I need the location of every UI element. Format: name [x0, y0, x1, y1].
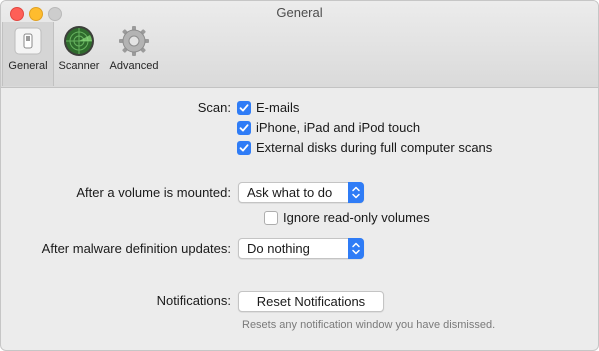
reset-notifications-button[interactable]: Reset Notifications [238, 291, 384, 312]
notifications-label: Notifications: [156, 293, 231, 308]
preferences-window: General General Scanner Advanced Scan: E… [0, 0, 599, 351]
malware-updates-value: Do nothing [247, 241, 310, 256]
titlebar: General General Scanner Advanced [1, 1, 598, 88]
tab-general-label: General [8, 60, 48, 72]
tab-scanner-label: Scanner [58, 60, 100, 72]
checkmark-icon [239, 124, 249, 132]
radar-icon [64, 26, 94, 56]
updown-chevron-icon [348, 238, 364, 259]
notifications-hint: Resets any notification window you have … [242, 319, 496, 331]
volume-mounted-label: After a volume is mounted: [76, 185, 231, 200]
tab-advanced[interactable]: Advanced [105, 22, 163, 86]
volume-mounted-select[interactable]: Ask what to do [238, 182, 364, 203]
checkmark-icon [239, 144, 249, 152]
checkmark-icon [239, 104, 249, 112]
volume-mounted-value: Ask what to do [247, 185, 333, 200]
malware-updates-label: After malware definition updates: [41, 241, 231, 256]
updown-chevron-icon [348, 182, 364, 203]
ios-devices-checkbox[interactable] [237, 121, 251, 135]
window-title: General [276, 5, 323, 20]
external-disks-checkbox[interactable] [237, 141, 251, 155]
scan-label: Scan: [197, 100, 231, 115]
tab-scanner[interactable]: Scanner [55, 22, 103, 86]
emails-checkbox[interactable] [237, 101, 251, 115]
external-disks-checkbox-label[interactable]: External disks during full computer scan… [256, 140, 492, 155]
switch-icon [14, 27, 42, 55]
malware-updates-select[interactable]: Do nothing [238, 238, 364, 259]
gear-icon [119, 26, 149, 56]
tab-general[interactable]: General [2, 22, 54, 86]
emails-checkbox-label[interactable]: E-mails [256, 100, 299, 115]
ios-devices-checkbox-label[interactable]: iPhone, iPad and iPod touch [256, 120, 420, 135]
ignore-readonly-label[interactable]: Ignore read-only volumes [283, 210, 430, 225]
ignore-readonly-checkbox[interactable] [264, 211, 278, 225]
tab-advanced-label: Advanced [109, 60, 159, 72]
